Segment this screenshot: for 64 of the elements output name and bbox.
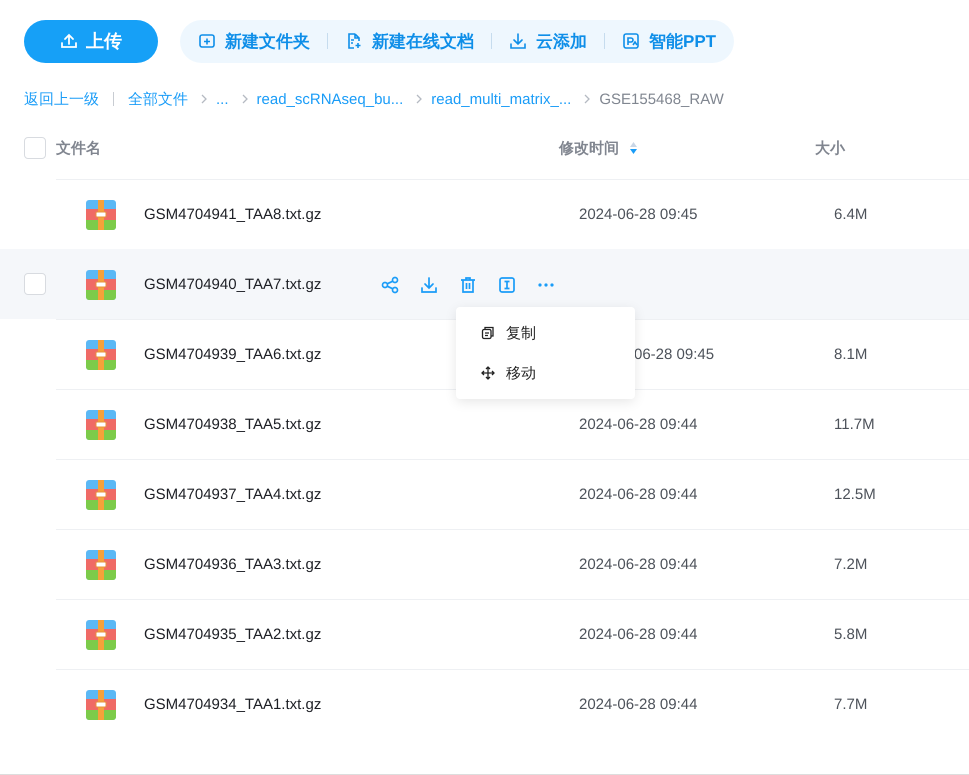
file-size: 7.7M	[834, 696, 868, 713]
chevron-icon	[415, 94, 424, 104]
breadcrumb-item[interactable]: read_multi_matrix_...	[431, 90, 572, 108]
breadcrumb-item[interactable]: read_scRNAseq_bu...	[256, 90, 404, 108]
menu-item[interactable]: 复制	[456, 313, 635, 353]
download-icon	[509, 32, 527, 50]
folder-plus-icon	[198, 32, 216, 50]
delete-icon[interactable]	[458, 274, 478, 294]
menu-item[interactable]: 移动	[456, 353, 635, 393]
archive-file-icon	[86, 270, 116, 300]
modified-time: 2024-06-28 09:44	[579, 556, 698, 573]
column-header[interactable]: 修改时间	[559, 138, 619, 158]
file-size: 12.5M	[834, 486, 876, 503]
file-size: 6.4M	[834, 206, 868, 223]
file-name[interactable]: GSM4704934_TAA1.txt.gz	[144, 696, 364, 713]
archive-file-icon	[86, 340, 116, 370]
breadcrumb-item: GSE155468_RAW	[599, 90, 724, 108]
modified-time: 2024-06-28 09:44	[579, 696, 698, 713]
download-icon[interactable]	[419, 274, 439, 294]
row-checkbox[interactable]	[24, 273, 46, 295]
chevron-icon	[200, 94, 208, 104]
archive-file-icon	[86, 200, 116, 230]
rename-icon[interactable]	[497, 274, 517, 294]
toolbar-button[interactable]: 智能PPT	[622, 30, 716, 52]
move-icon	[481, 366, 495, 380]
breadcrumb-item[interactable]: ...	[216, 90, 229, 108]
presentation-icon	[622, 32, 640, 50]
file-size: 8.1M	[834, 346, 868, 363]
back-link[interactable]: 返回上一级	[24, 90, 99, 108]
modified-time: 2024-06-28 09:44	[579, 626, 698, 643]
upload-icon	[60, 32, 78, 50]
archive-file-icon	[86, 550, 116, 580]
copy-icon	[481, 326, 495, 340]
file-name[interactable]: GSM4704935_TAA2.txt.gz	[144, 626, 364, 643]
toolbar-button[interactable]: 新建文件夹	[198, 30, 310, 52]
chevron-icon	[583, 94, 592, 104]
share-icon[interactable]	[380, 274, 400, 294]
column-header[interactable]: 文件名	[56, 138, 101, 158]
select-all-checkbox[interactable]	[24, 137, 46, 159]
file-name[interactable]: GSM4704940_TAA7.txt.gz	[144, 276, 364, 293]
file-size: 7.2M	[834, 556, 868, 573]
document-plus-icon	[345, 32, 363, 50]
archive-file-icon	[86, 620, 116, 650]
file-name[interactable]: GSM4704937_TAA4.txt.gz	[144, 486, 364, 503]
toolbar-button[interactable]: 云添加	[509, 30, 587, 52]
modified-time: 2024-06-28 09:44	[579, 416, 698, 433]
sort-icon[interactable]	[629, 141, 638, 155]
archive-file-icon	[86, 410, 116, 440]
toolbar-button[interactable]: 新建在线文档	[345, 30, 474, 52]
modified-time: 2024-06-28 09:44	[579, 486, 698, 503]
file-name[interactable]: GSM4704938_TAA5.txt.gz	[144, 416, 364, 433]
file-size: 11.7M	[834, 416, 875, 433]
archive-file-icon	[86, 690, 116, 720]
column-header[interactable]: 大小	[815, 138, 845, 158]
file-name[interactable]: GSM4704939_TAA6.txt.gz	[144, 346, 364, 363]
modified-time: 06-28 09:45	[634, 346, 714, 363]
file-name[interactable]: GSM4704936_TAA3.txt.gz	[144, 556, 364, 573]
modified-time: 2024-06-28 09:45	[579, 206, 698, 223]
file-size: 5.8M	[834, 626, 868, 643]
archive-file-icon	[86, 480, 116, 510]
chevron-icon	[240, 94, 249, 104]
file-name[interactable]: GSM4704941_TAA8.txt.gz	[144, 206, 364, 223]
breadcrumb-item[interactable]: 全部文件	[128, 90, 188, 108]
upload-button[interactable]: 上传	[24, 20, 158, 62]
